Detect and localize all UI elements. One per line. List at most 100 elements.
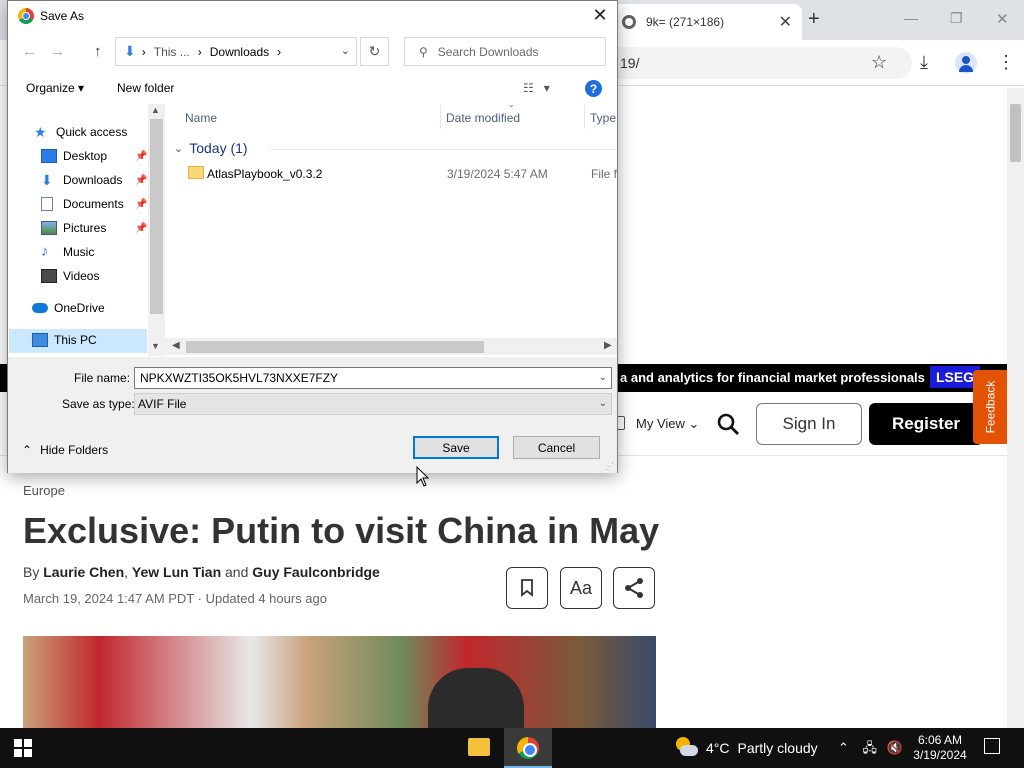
chevron-down-icon[interactable]: ⌄ (341, 44, 350, 57)
scroll-left-icon[interactable]: ◀ (172, 340, 180, 351)
nav-downloads[interactable]: ⬇ Downloads (41, 173, 122, 187)
file-explorer-icon[interactable] (468, 738, 490, 756)
folder-icon (188, 166, 204, 179)
chevron-up-icon[interactable]: ⌃ (838, 740, 849, 755)
address-bar[interactable]: 19/ (600, 47, 912, 79)
article-hero-figure (428, 668, 524, 728)
nav-label: Music (63, 245, 95, 259)
bookmark-star-icon[interactable]: ☆ (871, 52, 887, 73)
browser-tab[interactable]: 9k= (271×186) ✕ (612, 4, 802, 40)
scroll-right-icon[interactable]: ▶ (604, 340, 612, 351)
file-list-h-scrollbar-thumb[interactable] (186, 341, 484, 353)
search-icon[interactable] (716, 412, 740, 436)
nav-onedrive[interactable]: OneDrive (32, 301, 105, 315)
computer-icon (32, 333, 48, 347)
nav-documents[interactable]: Documents (41, 197, 124, 211)
nav-quick-access[interactable]: ★ Quick access (34, 125, 127, 139)
profile-icon[interactable] (955, 52, 977, 74)
resize-grip-icon[interactable]: ⋰ (605, 461, 615, 471)
nav-this-pc[interactable]: This PC (32, 333, 97, 347)
url-text: 19/ (620, 55, 640, 71)
download-icon[interactable]: ⤓ (920, 52, 928, 73)
byline-and: and (225, 564, 249, 580)
close-tab-icon[interactable]: ✕ (779, 12, 792, 32)
refresh-icon[interactable]: ↻ (360, 37, 389, 66)
restore-icon[interactable]: ❐ (950, 10, 963, 27)
scroll-up-icon[interactable]: ▲ (151, 105, 160, 115)
up-arrow-icon[interactable]: ↑ (94, 43, 102, 60)
column-header-date[interactable]: Date modified (446, 111, 520, 125)
search-input[interactable]: ⚲ Search Downloads (404, 37, 606, 66)
my-view-menu[interactable]: My View ⌄ (636, 416, 699, 432)
column-divider[interactable] (440, 105, 441, 129)
column-header-type[interactable]: Type (590, 111, 616, 125)
article-headline: Exclusive: Putin to visit China in May (23, 510, 660, 551)
folder-address-bar[interactable]: ⬇ › This ... › Downloads › ⌄ (115, 37, 357, 66)
dialog-title-bar[interactable]: Save As (8, 1, 617, 31)
group-label: Today (1) (189, 140, 248, 156)
page-scrollbar-thumb[interactable] (1010, 104, 1021, 162)
cancel-button[interactable]: Cancel (513, 436, 600, 459)
new-folder-button[interactable]: New folder (117, 81, 174, 95)
save-button[interactable]: Save (413, 436, 499, 459)
breadcrumb-this-pc[interactable]: This ... (154, 45, 190, 59)
sign-in-button[interactable]: Sign In (756, 403, 862, 445)
file-type: File fo (591, 167, 617, 181)
clock[interactable]: 6:06 AM 3/19/2024 (905, 733, 975, 763)
author-link[interactable]: Laurie Chen (43, 564, 124, 580)
dateline: March 19, 2024 1:47 AM PDT · Updated 4 h… (23, 591, 327, 606)
close-icon[interactable]: ✕ (589, 4, 611, 26)
hide-folders-toggle[interactable]: ⌃ Hide Folders (22, 443, 108, 457)
register-button[interactable]: Register (869, 403, 983, 445)
save-type-label: Save as type: (62, 397, 135, 411)
chevron-down-icon[interactable]: ⌄ (599, 398, 607, 409)
organize-menu[interactable]: Organize ▾ (26, 81, 84, 95)
column-header-name[interactable]: Name (185, 111, 217, 125)
help-icon[interactable]: ? (585, 80, 602, 97)
section-label[interactable]: Europe (23, 483, 65, 498)
nav-pictures[interactable]: Pictures (41, 221, 106, 235)
forward-arrow-icon[interactable]: → (50, 43, 65, 60)
bookmark-button[interactable] (506, 567, 548, 609)
volume-muted-icon[interactable]: 🔇 (887, 740, 903, 755)
save-as-dialog: Save As ✕ ← → ↑ ⬇ › This ... › Downloads… (7, 0, 618, 473)
nav-music[interactable]: ♪ Music (41, 244, 95, 259)
windows-start-icon[interactable] (14, 739, 32, 757)
author-link[interactable]: Guy Faulconbridge (252, 564, 380, 580)
bookmark-icon (521, 579, 533, 597)
notifications-icon[interactable] (984, 738, 1000, 754)
new-tab-button[interactable]: + (808, 8, 820, 31)
group-header[interactable]: ⌄ Today (1) (174, 140, 248, 156)
feedback-tab[interactable]: Feedback (973, 370, 1007, 444)
chevron-down-icon: ⌄ (174, 142, 184, 155)
save-type-select[interactable]: AVIF File ⌄ (134, 393, 612, 415)
close-window-icon[interactable]: ✕ (996, 10, 1009, 28)
breadcrumb-sep-icon: › (277, 44, 282, 59)
back-arrow-icon[interactable]: ← (22, 43, 37, 60)
nav-videos[interactable]: Videos (41, 269, 99, 283)
minimize-icon[interactable]: — (904, 10, 918, 26)
menu-kebab-icon[interactable]: ⋮ (997, 52, 1015, 73)
column-divider[interactable] (584, 105, 585, 129)
file-name-label: File name: (74, 371, 131, 385)
weather-temp: 4°C (706, 740, 730, 756)
text-size-button[interactable]: Aa (560, 567, 602, 609)
chevron-down-icon[interactable]: ⌄ (599, 372, 607, 383)
system-tray[interactable]: ⌃ 🖧 🔇 (838, 739, 903, 761)
clock-date: 3/19/2024 (913, 748, 967, 762)
scroll-down-icon[interactable]: ▼ (151, 341, 160, 351)
view-options-button[interactable]: ☷ ▾ (523, 81, 550, 95)
partly-cloudy-icon (674, 737, 698, 759)
breadcrumb-sep-icon: › (197, 44, 202, 59)
page-scrollbar[interactable] (1007, 88, 1024, 728)
breadcrumb-downloads[interactable]: Downloads (210, 45, 269, 59)
author-link[interactable]: Yew Lun Tian (132, 564, 221, 580)
nav-desktop[interactable]: Desktop (41, 149, 107, 163)
network-icon[interactable]: 🖧 (863, 740, 878, 755)
file-name-input[interactable]: NPKXWZTI35OK5HVL73NXXE7FZY ⌄ (134, 367, 612, 389)
share-button[interactable] (613, 567, 655, 609)
share-icon (625, 578, 643, 598)
weather-widget[interactable]: 4°C Partly cloudy (674, 737, 818, 759)
chrome-icon[interactable] (517, 737, 539, 759)
nav-pane-scrollbar-thumb[interactable] (150, 119, 163, 314)
